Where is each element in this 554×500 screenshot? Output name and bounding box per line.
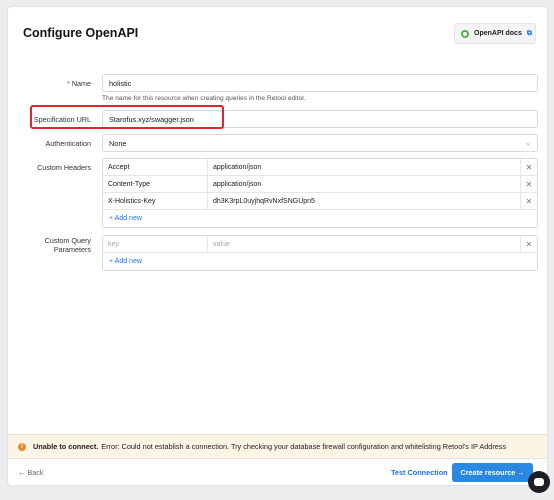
query-param-value-input[interactable]: value — [208, 236, 521, 252]
custom-query-params-label-line2: Parameters — [53, 245, 91, 254]
back-button[interactable]: ← Back — [18, 468, 44, 477]
header-key-input[interactable]: Accept — [103, 159, 208, 175]
external-link-icon: ⧉ — [526, 29, 532, 37]
remove-header-icon[interactable]: ✕ — [521, 176, 537, 192]
openapi-docs-button[interactable]: OpenAPI docs ⧉ — [454, 23, 536, 44]
remove-query-param-icon[interactable]: ✕ — [521, 236, 537, 252]
authentication-label: Authentication — [45, 139, 91, 148]
name-label-text: Name — [71, 79, 91, 88]
header-row: X-Holistics-Key dh3K3rpL0uyjhqRvNxfSNGUp… — [103, 193, 537, 210]
name-input-value: holistic — [109, 78, 132, 88]
header-value-input[interactable]: dh3K3rpL0uyjhqRvNxfSNGUpn5 — [208, 193, 521, 209]
error-title: Unable to connect. — [33, 442, 99, 451]
warning-icon: ! — [18, 442, 26, 451]
custom-query-params-label: Custom Query Parameters — [45, 236, 91, 254]
openapi-docs-label: OpenAPI docs — [474, 30, 522, 37]
remove-header-icon[interactable]: ✕ — [521, 193, 537, 209]
name-hint: The name for this resource when creating… — [102, 95, 306, 102]
custom-query-params-table: key value ✕ + Add new — [102, 235, 538, 271]
chevron-down-icon: ⌄ — [525, 140, 531, 147]
query-param-key-input[interactable]: key — [103, 236, 208, 252]
name-label: * Name — [67, 79, 91, 88]
remove-header-icon[interactable]: ✕ — [521, 159, 537, 175]
page-title: Configure OpenAPI — [23, 26, 139, 40]
custom-headers-table: Accept application/json ✕ Content-Type a… — [102, 158, 538, 228]
create-resource-button[interactable]: Create resource → — [452, 463, 533, 482]
footer: ← Back Test Connection Create resource → — [8, 458, 547, 486]
connection-error-banner: ! Unable to connect. Error: Could not es… — [8, 434, 547, 458]
spec-url-highlight-box — [30, 105, 224, 129]
header-value-input[interactable]: application/json — [208, 176, 521, 192]
add-header-button[interactable]: + Add new — [103, 210, 537, 227]
authentication-select[interactable]: None ⌄ — [102, 134, 538, 152]
openapi-logo-icon — [461, 29, 469, 38]
error-message: Error: Could not establish a connection.… — [101, 442, 507, 451]
query-param-row: key value ✕ — [103, 236, 537, 253]
header-row: Content-Type application/json ✕ — [103, 176, 537, 193]
configure-openapi-card: Configure OpenAPI OpenAPI docs ⧉ * Name h… — [7, 6, 548, 486]
header-key-input[interactable]: X-Holistics-Key — [103, 193, 208, 209]
chat-button[interactable] — [528, 471, 550, 493]
header-value-input[interactable]: application/json — [208, 159, 521, 175]
authentication-select-value: None — [109, 138, 127, 148]
chat-icon — [534, 478, 544, 486]
required-mark: * — [67, 79, 70, 88]
custom-headers-label: Custom Headers — [37, 163, 91, 172]
header-key-input[interactable]: Content-Type — [103, 176, 208, 192]
header-row: Accept application/json ✕ — [103, 159, 537, 176]
name-input[interactable]: holistic — [102, 74, 538, 92]
test-connection-button[interactable]: Test Connection — [391, 468, 448, 477]
add-query-param-button[interactable]: + Add new — [103, 253, 537, 270]
custom-query-params-label-line1: Custom Query — [44, 236, 91, 245]
